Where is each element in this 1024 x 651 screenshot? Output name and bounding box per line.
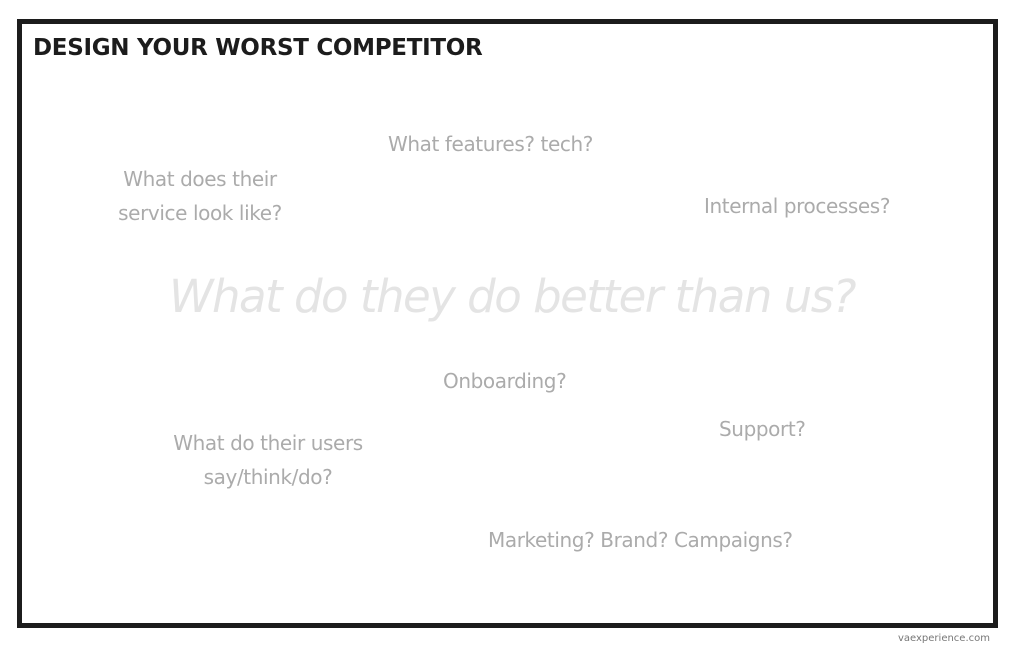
prompt-users-line1: What do their users <box>173 431 363 455</box>
footer-source: vaexperience.com <box>897 633 990 644</box>
central-question: What do they do better than us? <box>168 270 857 323</box>
prompt-service-line1: What does their <box>123 167 277 191</box>
prompt-service: What does their service look like? <box>100 162 300 230</box>
prompt-support: Support? <box>719 417 806 441</box>
canvas-title: DESIGN YOUR WORST COMPETITOR <box>33 35 483 61</box>
prompt-users: What do their users say/think/do? <box>153 426 383 494</box>
prompt-internal-processes: Internal processes? <box>704 194 891 218</box>
prompt-users-line2: say/think/do? <box>203 465 333 489</box>
prompt-features: What features? tech? <box>388 132 593 156</box>
prompt-service-line2: service look like? <box>118 201 282 225</box>
prompt-onboarding: Onboarding? <box>443 369 567 393</box>
prompt-marketing: Marketing? Brand? Campaigns? <box>488 528 793 552</box>
